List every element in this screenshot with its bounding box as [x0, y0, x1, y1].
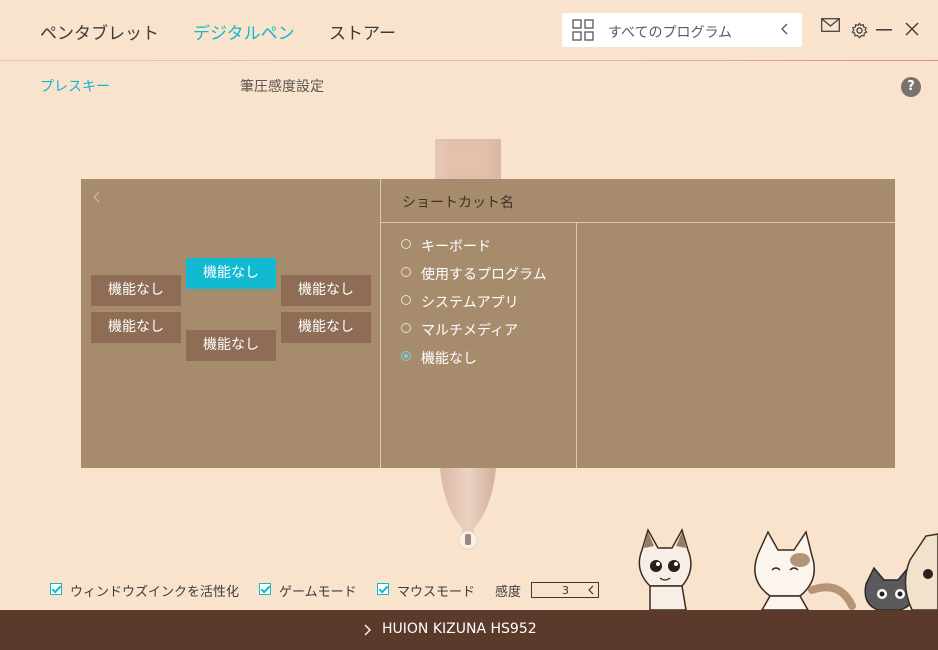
function-button-bottom[interactable]: 機能なし [186, 330, 276, 361]
subtab-press-key[interactable]: プレスキー [40, 76, 110, 96]
program-selector-label: すべてのプログラム [608, 25, 733, 41]
pen-tip-illustration [440, 468, 496, 550]
chevron-left-icon[interactable] [587, 585, 595, 595]
sensitivity-selector[interactable]: 3 [531, 582, 599, 598]
mail-icon[interactable] [821, 18, 840, 32]
mouse-mode-checkbox[interactable] [377, 583, 389, 595]
radio-button[interactable] [401, 267, 411, 277]
shortcut-name-heading: ショートカット名 [402, 195, 514, 211]
help-icon[interactable]: ? [901, 77, 921, 97]
function-button-top[interactable]: 機能なし [186, 258, 276, 289]
header-divider [0, 60, 938, 61]
option-label: 使用するプログラム [421, 267, 547, 283]
mouse-mode-label: マウスモード [397, 585, 476, 600]
option-label: キーボード [421, 239, 491, 255]
sensitivity-label: 感度 [495, 585, 522, 600]
radio-button[interactable] [401, 239, 411, 249]
tab-digital-pen[interactable]: デジタルペン [193, 19, 295, 44]
game-mode-label: ゲームモード [279, 585, 357, 600]
gear-icon[interactable] [851, 22, 868, 39]
tab-pen-tablet[interactable]: ペンタブレット [40, 19, 159, 44]
option-label: マルチメディア [421, 323, 519, 339]
radio-button[interactable] [401, 323, 411, 333]
subtab-pressure-sensitivity[interactable]: 筆圧感度設定 [240, 76, 324, 96]
program-selector[interactable]: すべてのプログラム [562, 13, 802, 47]
back-chevron-icon[interactable] [91, 190, 101, 204]
close-icon[interactable] [905, 22, 919, 36]
function-button-left-lower[interactable]: 機能なし [91, 312, 181, 343]
windows-ink-label: ウィンドウズインクを活性化 [70, 585, 240, 600]
grid-icon [572, 19, 594, 41]
device-footer: HUION KIZUNA HS952 [0, 610, 938, 650]
device-name[interactable]: HUION KIZUNA HS952 [382, 621, 537, 637]
tab-store[interactable]: ストアー [329, 19, 396, 44]
panel-divider [576, 223, 577, 468]
function-button-right-upper[interactable]: 機能なし [281, 275, 371, 306]
minimize-icon[interactable] [876, 29, 892, 31]
shortcut-panel: 機能なし 機能なし 機能なし 機能なし 機能なし 機能なし ショートカット名 キ… [81, 179, 895, 468]
radio-button-selected[interactable] [401, 351, 411, 361]
sensitivity-value: 3 [562, 584, 569, 597]
chevron-left-icon[interactable] [780, 19, 790, 39]
option-label: 機能なし [421, 351, 477, 367]
option-label: システムアプリ [421, 295, 519, 311]
panel-divider [381, 222, 895, 223]
pen-body-illustration [435, 139, 501, 181]
radio-button[interactable] [401, 295, 411, 305]
game-mode-checkbox[interactable] [259, 583, 271, 595]
function-button-right-lower[interactable]: 機能なし [281, 312, 371, 343]
chevron-right-icon[interactable] [364, 624, 372, 636]
windows-ink-checkbox[interactable] [50, 583, 62, 595]
cats-illustration [638, 528, 938, 610]
function-button-left-upper[interactable]: 機能なし [91, 275, 181, 306]
